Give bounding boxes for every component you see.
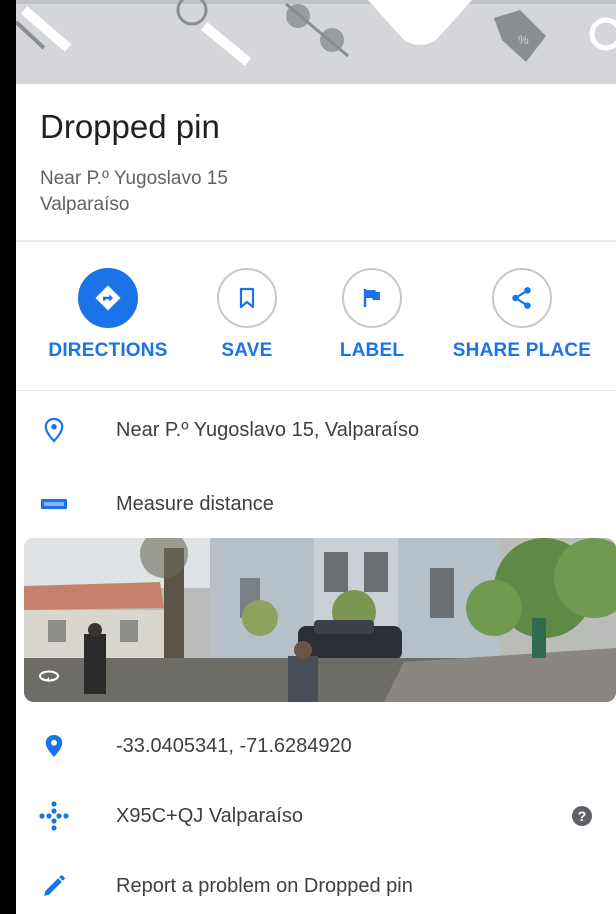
address-line-1: Near P.º Yugoslavo 15	[40, 168, 228, 189]
address-row[interactable]: Near P.º Yugoslavo 15, Valparaíso	[16, 400, 616, 460]
label-label: LABEL	[339, 340, 405, 361]
place-sheet: % Dropped pin Near P.º Yugoslavo 15 Valp…	[16, 0, 616, 914]
plus-code-icon	[16, 800, 96, 832]
divider	[16, 390, 616, 391]
coordinates-text: -33.0405341, -71.6284920	[116, 734, 352, 757]
share-icon	[492, 268, 552, 328]
flag-icon	[342, 268, 402, 328]
label-button[interactable]: LABEL	[292, 268, 452, 378]
plus-code-row[interactable]: X95C+QJ Valparaíso ?	[16, 786, 616, 846]
report-problem-row[interactable]: Report a problem on Dropped pin	[16, 856, 616, 914]
measure-distance-text: Measure distance	[116, 492, 274, 515]
street-view-360-icon	[38, 669, 60, 688]
map-preview[interactable]: %	[16, 0, 616, 84]
location-pin-outline-icon	[16, 417, 96, 443]
share-place-label: SHARE PLACE	[452, 340, 592, 361]
plus-code-text: X95C+QJ Valparaíso	[116, 804, 303, 827]
divider	[16, 240, 616, 242]
help-icon[interactable]: ?	[572, 806, 592, 826]
address-text: Near P.º Yugoslavo 15, Valparaíso	[116, 418, 420, 441]
ruler-icon	[16, 497, 96, 511]
address-line-2: Valparaíso	[40, 194, 130, 215]
directions-label: DIRECTIONS	[48, 340, 168, 361]
measure-distance-row[interactable]: Measure distance	[16, 474, 616, 534]
svg-text:%: %	[518, 33, 529, 47]
report-problem-text: Report a problem on Dropped pin	[116, 874, 413, 897]
street-view-thumbnail[interactable]	[24, 538, 616, 702]
bookmark-icon	[217, 268, 277, 328]
page-title: Dropped pin	[40, 108, 220, 145]
directions-button[interactable]: DIRECTIONS	[28, 268, 188, 378]
share-place-button[interactable]: SHARE PLACE	[442, 268, 602, 378]
pencil-icon	[16, 873, 96, 899]
coordinates-row[interactable]: -33.0405341, -71.6284920	[16, 716, 616, 776]
location-pin-icon	[16, 733, 96, 759]
directions-icon	[78, 268, 138, 328]
